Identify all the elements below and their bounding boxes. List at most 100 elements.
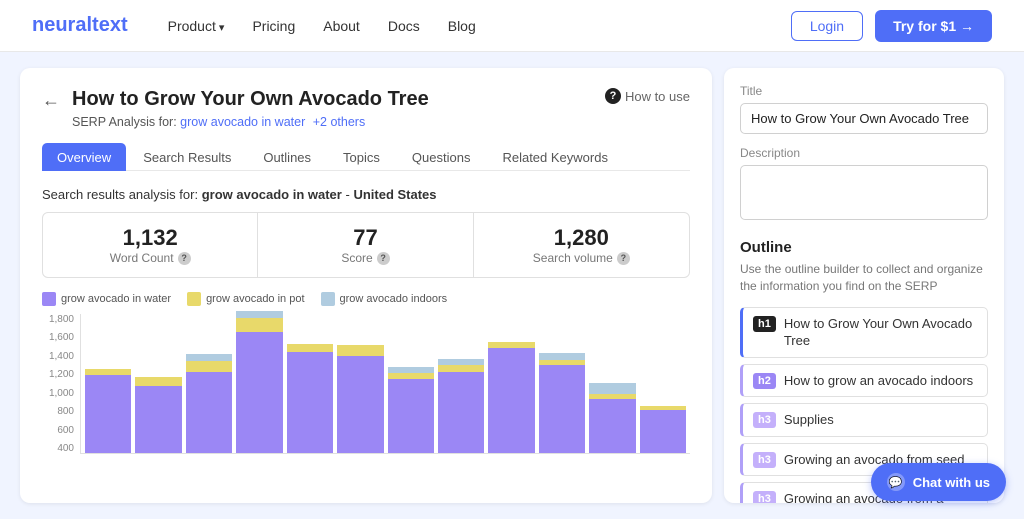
- description-textarea[interactable]: [740, 165, 988, 220]
- stat-word-count-label: Word Count ?: [53, 251, 247, 265]
- outline-item[interactable]: h3Supplies: [740, 403, 988, 437]
- outline-item[interactable]: h2How to grow an avocado indoors: [740, 364, 988, 398]
- bar-water-segment: [488, 348, 534, 453]
- tab-questions[interactable]: Questions: [397, 143, 486, 171]
- legend-water-label: grow avocado in water: [61, 293, 171, 305]
- bar-pot-segment: [438, 365, 484, 372]
- search-volume-help-icon[interactable]: ?: [617, 252, 630, 265]
- bar-indoors-segment: [539, 353, 585, 360]
- bar-water-segment: [135, 386, 181, 454]
- chat-button[interactable]: 💬 Chat with us: [871, 463, 1006, 501]
- bar-water-segment: [337, 356, 383, 453]
- analysis-keyword: grow avocado in water: [202, 187, 342, 202]
- try-button[interactable]: Try for $1 →: [875, 10, 992, 42]
- outline-heading-tag: h1: [753, 316, 776, 332]
- bar-water-segment: [640, 410, 686, 453]
- outline-item-text: How to Grow Your Own Avocado Tree: [784, 315, 977, 350]
- logo-plain: neural: [32, 14, 92, 36]
- y-label-800: 800: [42, 406, 74, 417]
- bar-group: [438, 359, 484, 454]
- tab-topics[interactable]: Topics: [328, 143, 395, 171]
- bar-water-segment: [186, 372, 232, 453]
- bar-pot-segment: [186, 361, 232, 372]
- legend-indoors-dot: [321, 292, 335, 306]
- serp-keyword[interactable]: grow avocado in water: [180, 115, 305, 129]
- y-label-600: 600: [42, 425, 74, 436]
- y-axis: 1,800 1,600 1,400 1,200 1,000 800 600 40…: [42, 314, 74, 474]
- word-count-help-icon[interactable]: ?: [178, 252, 191, 265]
- title-input[interactable]: [740, 103, 988, 134]
- outline-heading-tag: h3: [753, 491, 776, 503]
- bar-group: [186, 354, 232, 453]
- bar-group: [135, 377, 181, 453]
- legend-pot-dot: [187, 292, 201, 306]
- outline-item[interactable]: h1 How to Grow Your Own Avocado Tree: [740, 307, 988, 358]
- nav-about[interactable]: About: [323, 18, 360, 34]
- y-label-1800: 1,800: [42, 314, 74, 325]
- chat-label: Chat with us: [913, 475, 990, 490]
- tab-overview[interactable]: Overview: [42, 143, 126, 171]
- how-to-use-label: How to use: [625, 89, 690, 104]
- bar-indoors-segment: [236, 311, 282, 318]
- analysis-label: Search results analysis for: grow avocad…: [42, 187, 690, 202]
- tabs: Overview Search Results Outlines Topics …: [42, 143, 690, 171]
- bar-pot-segment: [236, 318, 282, 332]
- chart-legend: grow avocado in water grow avocado in po…: [42, 292, 690, 306]
- stat-score: 77 Score ?: [258, 213, 473, 277]
- stat-score-label: Score ?: [268, 251, 462, 265]
- serp-prefix: SERP Analysis for:: [72, 115, 177, 129]
- analysis-prefix: Search results analysis for:: [42, 187, 198, 202]
- tab-outlines[interactable]: Outlines: [248, 143, 326, 171]
- nav-docs[interactable]: Docs: [388, 18, 420, 34]
- y-label-1200: 1,200: [42, 369, 74, 380]
- bar-indoors-segment: [388, 367, 434, 374]
- tab-search-results[interactable]: Search Results: [128, 143, 246, 171]
- description-field-label: Description: [740, 146, 988, 160]
- logo: neuraltext: [32, 14, 128, 37]
- tab-related-keywords[interactable]: Related Keywords: [487, 143, 623, 171]
- bars-area: [80, 314, 690, 454]
- outline-heading: Outline: [740, 239, 988, 256]
- how-to-use-button[interactable]: ? How to use: [605, 88, 690, 104]
- outline-heading-tag: h3: [753, 412, 776, 428]
- y-label-1600: 1,600: [42, 332, 74, 343]
- nav-pricing[interactable]: Pricing: [252, 18, 295, 34]
- bar-group: [539, 353, 585, 453]
- back-row: ← How to Grow Your Own Avocado Tree: [42, 88, 690, 111]
- nav-links: Product Pricing About Docs Blog: [168, 18, 791, 34]
- bar-group: [287, 344, 333, 453]
- serp-others[interactable]: +2 others: [313, 115, 365, 129]
- right-panel: Title Description Outline Use the outlin…: [724, 68, 1004, 503]
- page-title: How to Grow Your Own Avocado Tree: [72, 88, 429, 111]
- legend-pot-label: grow avocado in pot: [206, 293, 304, 305]
- nav-blog[interactable]: Blog: [448, 18, 476, 34]
- bar-water-segment: [539, 365, 585, 453]
- outline-heading-tag: h3: [753, 452, 776, 468]
- stat-word-count: 1,132 Word Count ?: [43, 213, 258, 277]
- y-label-1400: 1,400: [42, 351, 74, 362]
- login-button[interactable]: Login: [791, 11, 863, 41]
- logo-accent: text: [92, 14, 128, 36]
- legend-pot: grow avocado in pot: [187, 292, 304, 306]
- outline-heading-tag: h2: [753, 373, 776, 389]
- score-help-icon[interactable]: ?: [377, 252, 390, 265]
- chat-icon: 💬: [887, 473, 905, 491]
- back-arrow-icon[interactable]: ←: [42, 90, 60, 111]
- stats-grid: 1,132 Word Count ? 77 Score ? 1,280 Sear…: [42, 212, 690, 278]
- y-label-400: 400: [42, 443, 74, 454]
- bar-indoors-segment: [186, 354, 232, 361]
- outline-desc: Use the outline builder to collect and o…: [740, 261, 988, 295]
- bar-indoors-segment: [438, 359, 484, 366]
- legend-water: grow avocado in water: [42, 292, 171, 306]
- serp-info: SERP Analysis for: grow avocado in water…: [72, 115, 690, 129]
- nav-product[interactable]: Product: [168, 18, 225, 34]
- bar-group: [388, 367, 434, 453]
- question-icon: ?: [605, 88, 621, 104]
- bar-group: [488, 342, 534, 453]
- legend-indoors-label: grow avocado indoors: [340, 293, 448, 305]
- bar-water-segment: [388, 379, 434, 453]
- chart-area: grow avocado in water grow avocado in po…: [42, 292, 690, 474]
- navbar: neuraltext Product Pricing About Docs Bl…: [0, 0, 1024, 52]
- nav-actions: Login Try for $1 →: [791, 10, 992, 42]
- stat-score-value: 77: [268, 225, 462, 251]
